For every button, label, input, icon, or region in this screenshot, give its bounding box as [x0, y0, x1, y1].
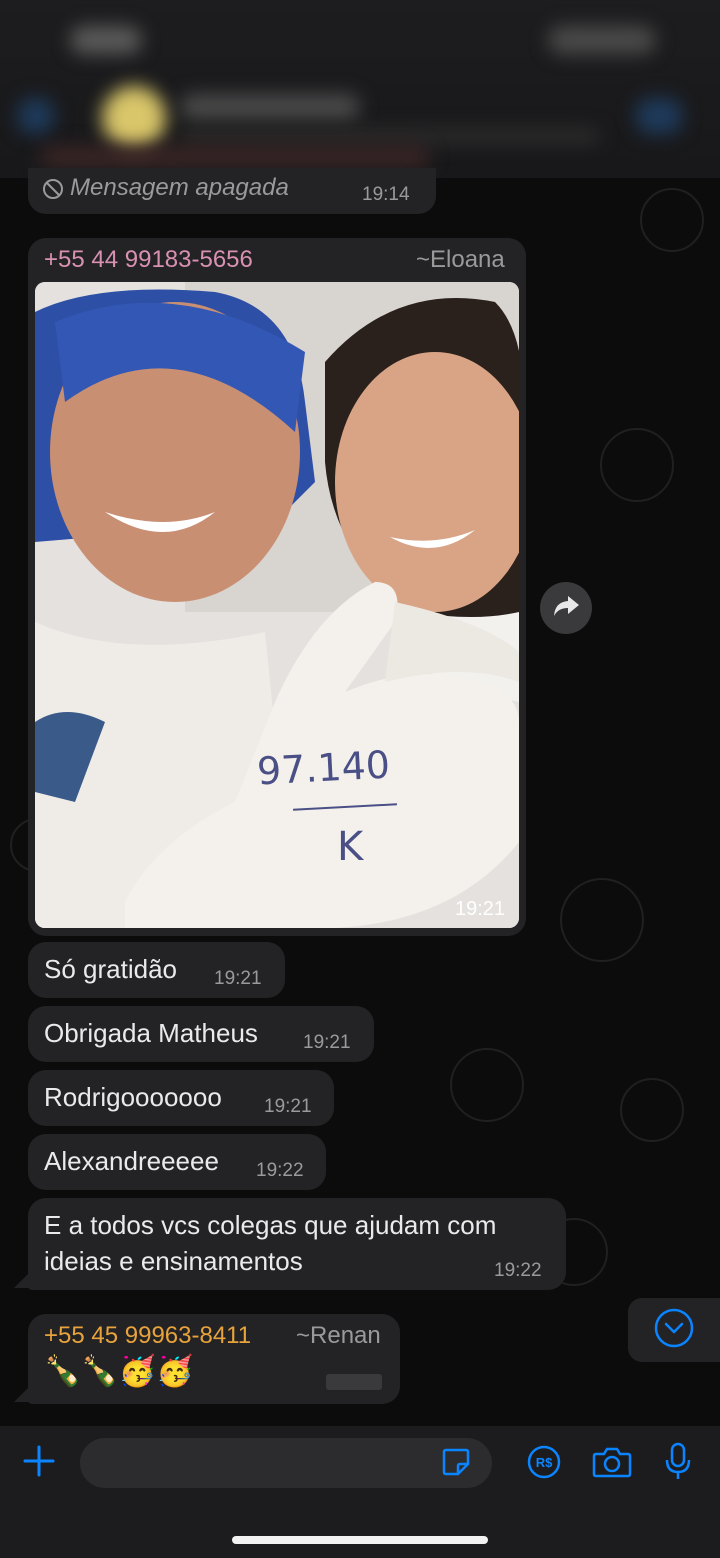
- wallpaper-doodle: [620, 1078, 684, 1142]
- photo-time: 19:21: [455, 898, 506, 920]
- status-bar-icons: [548, 26, 656, 54]
- text-message-bubble[interactable]: Alexandreeeee 19:22: [28, 1134, 326, 1190]
- sender-phone[interactable]: +55 44 99183-5656: [44, 246, 253, 274]
- wallpaper-doodle: [640, 188, 704, 252]
- sender-name: ~Eloana: [416, 246, 505, 273]
- avatar[interactable]: [102, 86, 166, 150]
- message-text-line-1: E a todos vcs colegas que ajudam com: [44, 1210, 497, 1240]
- camera-button[interactable]: [590, 1444, 634, 1484]
- sender-name: ~Renan: [296, 1322, 381, 1349]
- text-message-bubble[interactable]: Rodrigooooooo 19:21: [28, 1070, 334, 1126]
- wallpaper-doodle: [600, 428, 674, 502]
- pending-time-placeholder: [326, 1374, 382, 1390]
- group-subtitle: [180, 128, 600, 144]
- message-time: 19:21: [303, 1032, 351, 1053]
- block-icon: [42, 178, 64, 205]
- sticker-button[interactable]: [438, 1446, 474, 1482]
- sender-phone[interactable]: +55 45 99963-8411: [44, 1322, 251, 1350]
- text-message-bubble[interactable]: E a todos vcs colegas que ajudam com ide…: [28, 1198, 566, 1290]
- emoji-message: 🍾🍾🥳🥳: [44, 1355, 194, 1388]
- status-bar-time: [70, 26, 142, 54]
- glove-writing-top: 97.140: [255, 742, 392, 794]
- forward-icon: [552, 594, 580, 623]
- message-time: 19:22: [256, 1160, 304, 1181]
- attach-button[interactable]: [18, 1442, 60, 1484]
- chevron-down-icon: [653, 1307, 695, 1354]
- bubble-tail: [14, 1386, 30, 1402]
- back-button[interactable]: [18, 98, 54, 134]
- photo-illustration: [35, 282, 519, 928]
- microphone-button[interactable]: [660, 1442, 696, 1486]
- scroll-to-bottom-button[interactable]: [628, 1298, 720, 1362]
- glove-writing-bottom: K: [337, 824, 364, 870]
- message-text: Alexandreeeee: [44, 1146, 219, 1176]
- message-text: Rodrigooooooo: [44, 1082, 222, 1112]
- deleted-message-bubble[interactable]: Mensagem apagada 19:14: [28, 168, 436, 214]
- chat-header: [0, 0, 720, 178]
- text-message-bubble[interactable]: +55 45 99963-8411 ~Renan 🍾🍾🥳🥳: [28, 1314, 400, 1404]
- shared-photo[interactable]: 97.140 K 19:21: [35, 282, 519, 928]
- text-message-bubble[interactable]: Só gratidão 19:21: [28, 942, 285, 998]
- forward-button[interactable]: [540, 582, 592, 634]
- payment-button[interactable]: R$: [524, 1444, 564, 1484]
- text-message-bubble[interactable]: Obrigada Matheus 19:21: [28, 1006, 374, 1062]
- message-time: 19:22: [494, 1260, 542, 1281]
- payment-icon: R$: [526, 1444, 562, 1485]
- message-text: Só gratidão: [44, 954, 177, 984]
- plus-icon: [22, 1444, 56, 1483]
- sticker-icon: [440, 1446, 472, 1483]
- pinned-banner: [40, 146, 430, 168]
- message-input[interactable]: [80, 1438, 492, 1488]
- call-button[interactable]: [636, 98, 682, 134]
- home-indicator[interactable]: [232, 1536, 488, 1544]
- message-time: 19:14: [362, 184, 410, 205]
- message-text: Obrigada Matheus: [44, 1018, 258, 1048]
- camera-icon: [592, 1445, 632, 1484]
- wallpaper-doodle: [560, 878, 644, 962]
- deleted-message-text: Mensagem apagada: [70, 174, 289, 201]
- message-time: 19:21: [214, 968, 262, 989]
- bubble-tail: [14, 1272, 30, 1288]
- wallpaper-doodle: [450, 1048, 524, 1122]
- svg-text:R$: R$: [536, 1455, 553, 1470]
- composer-bar: R$: [0, 1426, 720, 1558]
- microphone-icon: [663, 1442, 693, 1487]
- message-time: 19:21: [264, 1096, 312, 1117]
- message-text-line-2: ideias e ensinamentos: [44, 1246, 303, 1276]
- group-title[interactable]: [180, 94, 360, 120]
